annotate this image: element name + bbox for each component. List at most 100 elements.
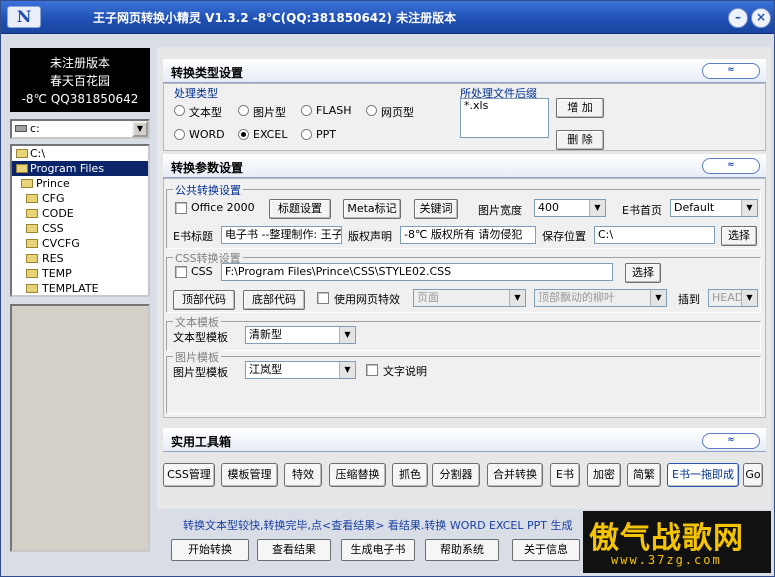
chevron-down-icon[interactable]: ▼ <box>132 121 148 137</box>
ext-list[interactable]: *.xls <box>460 98 549 138</box>
css-path-input[interactable]: F:\Program Files\Prince\CSS\STYLE02.CSS <box>221 263 613 281</box>
radio-button[interactable] <box>366 105 377 116</box>
save-location-input[interactable]: C:\ <box>594 226 715 244</box>
tool-button[interactable]: CSS管理 <box>163 463 215 487</box>
folder-tree[interactable]: C:\ Program Files Prince CFG CODE CSS CVCFG RES… <box>10 144 150 297</box>
chevron-down-icon[interactable]: ▼ <box>509 290 525 306</box>
radio-button[interactable] <box>238 129 249 140</box>
tree-item[interactable]: Prince <box>12 176 148 191</box>
effect2-select[interactable]: 顶部飘动的柳叶 ▼ <box>534 289 667 307</box>
collapse-icon[interactable]: ≈ <box>702 158 760 174</box>
choose-css-button[interactable]: 选择 <box>625 263 661 283</box>
bottom-code-button[interactable]: 底部代码 <box>243 290 305 310</box>
tool-button[interactable]: 加密 <box>587 463 621 487</box>
top-code-button[interactable]: 顶部代码 <box>173 290 235 310</box>
tree-item[interactable]: TEMP <box>12 266 148 281</box>
chevron-down-icon[interactable]: ▼ <box>741 200 757 216</box>
chevron-down-icon[interactable]: ▼ <box>741 290 757 306</box>
tool-button[interactable]: E书一拖即成 <box>667 463 739 487</box>
drive-select[interactable]: c: ▼ <box>10 119 150 139</box>
action-button[interactable]: 开始转换 <box>171 539 249 561</box>
action-button[interactable]: 生成电子书 <box>341 539 415 561</box>
tree-item[interactable]: Program Files <box>12 161 148 176</box>
meta-button[interactable]: Meta标记 <box>343 199 401 219</box>
copyright-input[interactable]: -8℃ 版权所有 请勿侵犯 <box>400 226 536 244</box>
effect-select[interactable]: 页面 ▼ <box>413 289 526 307</box>
css-checkbox[interactable] <box>175 266 187 278</box>
radio-label: FLASH <box>316 104 352 117</box>
tool-button[interactable]: E书 <box>550 463 580 487</box>
effect-value: 页面 <box>417 291 439 304</box>
choose-save-button[interactable]: 选择 <box>721 226 757 246</box>
action-button[interactable]: 关于信息 <box>512 539 580 561</box>
section-header-params[interactable]: 转换参数设置 ≈ <box>163 154 766 178</box>
image-width-select[interactable]: 400 ▼ <box>534 199 606 217</box>
folder-icon <box>16 164 28 173</box>
license-line: -8℃ QQ381850642 <box>21 92 139 106</box>
collapse-icon[interactable]: ≈ <box>702 63 760 79</box>
tree-item[interactable]: RES <box>12 251 148 266</box>
process-type-label: 处理类型 <box>174 87 218 100</box>
radio-button[interactable] <box>238 105 249 116</box>
office2000-checkbox[interactable] <box>175 202 187 214</box>
close-button[interactable]: × <box>751 8 771 28</box>
tool-button[interactable]: Go <box>743 463 763 487</box>
tree-item[interactable]: CODE <box>12 206 148 221</box>
ebook-home-label: E书首页 <box>622 204 662 217</box>
radio-button[interactable] <box>174 105 185 116</box>
tool-button[interactable]: 抓色 <box>392 463 428 487</box>
file-list-panel[interactable] <box>10 304 150 552</box>
ebook-home-select[interactable]: Default ▼ <box>670 199 758 217</box>
css-settings-group: CSS转换设置 CSS F:\Program Files\Prince\CSS\… <box>166 250 761 313</box>
tree-item-label: C:\ <box>30 147 46 160</box>
tool-button[interactable]: 压缩替换 <box>329 463 386 487</box>
title-bar[interactable]: N 王子网页转换小精灵 V1.3.2 -8℃(QQ:381850642) 未注册… <box>1 1 774 34</box>
action-button[interactable]: 帮助系统 <box>425 539 499 561</box>
chevron-down-icon[interactable]: ▼ <box>339 327 355 343</box>
chevron-down-icon[interactable]: ▼ <box>650 290 666 306</box>
tool-button[interactable]: 特效 <box>284 463 322 487</box>
chevron-down-icon[interactable]: ▼ <box>339 362 355 378</box>
tool-button[interactable]: 模板管理 <box>221 463 278 487</box>
radio-button[interactable] <box>174 129 185 140</box>
tree-item[interactable]: CFG <box>12 191 148 206</box>
tool-button[interactable]: 分割器 <box>432 463 480 487</box>
collapse-icon[interactable]: ≈ <box>702 433 760 449</box>
section-header-convert-type[interactable]: 转换类型设置 ≈ <box>163 59 766 83</box>
app-logo: N <box>7 6 41 28</box>
section-header-tools[interactable]: 实用工具箱 ≈ <box>163 428 766 452</box>
title-settings-button[interactable]: 标题设置 <box>269 199 331 219</box>
copyright-label: 版权声明 <box>348 230 392 243</box>
left-pane: 未注册版本 春天百花园 -8℃ QQ381850642 c: ▼ C:\ Prog… <box>10 48 150 552</box>
caption-label: 文字说明 <box>383 365 427 378</box>
tree-item[interactable]: C:\ <box>12 146 148 161</box>
caption-checkbox[interactable] <box>366 364 378 376</box>
tree-item[interactable]: TEMPLATE <box>12 281 148 295</box>
tree-item[interactable]: CVCFG <box>12 236 148 251</box>
effect-label: 使用网页特效 <box>334 293 400 306</box>
text-template-select[interactable]: 清新型 ▼ <box>245 326 356 344</box>
tool-button[interactable]: 合并转换 <box>487 463 543 487</box>
image-template-select[interactable]: 江岚型 ▼ <box>245 361 356 379</box>
radio-label: EXCEL <box>253 128 288 141</box>
insert-select[interactable]: HEAD ▼ <box>708 289 758 307</box>
image-template-value: 江岚型 <box>249 363 282 376</box>
radio-button[interactable] <box>301 105 312 116</box>
radio-label: PPT <box>316 128 336 141</box>
add-ext-button[interactable]: 增 加 <box>556 98 604 118</box>
action-button[interactable]: 查看结果 <box>257 539 331 561</box>
radio-button[interactable] <box>301 129 312 140</box>
tree-item[interactable]: CSS <box>12 221 148 236</box>
effect-checkbox[interactable] <box>317 292 329 304</box>
minimize-button[interactable]: – <box>728 8 748 28</box>
tool-button[interactable]: 简繁 <box>627 463 661 487</box>
folder-icon <box>26 239 38 248</box>
insert-value: HEAD <box>712 291 744 304</box>
ebook-title-input[interactable]: 电子书 --整理制作: 王子 <box>221 226 342 244</box>
keywords-button[interactable]: 关键词 <box>414 199 458 219</box>
delete-ext-button[interactable]: 删 除 <box>556 130 604 150</box>
chevron-down-icon[interactable]: ▼ <box>589 200 605 216</box>
tree-item-label: CFG <box>42 192 65 205</box>
ebook-title-label: E书标题 <box>173 230 213 243</box>
license-line: 未注册版本 <box>49 56 110 70</box>
